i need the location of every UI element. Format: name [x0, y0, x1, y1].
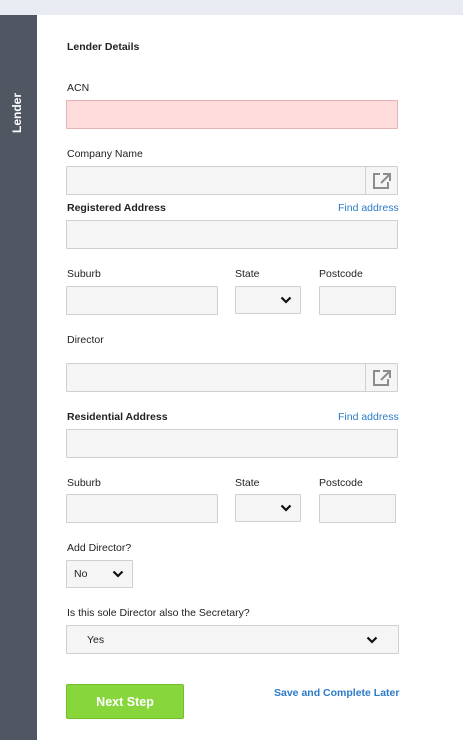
chevron-down-icon: [280, 296, 292, 304]
registered-suburb-input[interactable]: [66, 286, 218, 315]
registered-postcode-input[interactable]: [319, 286, 396, 315]
company-name-label: Company Name: [67, 148, 143, 160]
sidebar: Lender: [0, 15, 37, 740]
residential-suburb-input[interactable]: [66, 494, 218, 523]
registered-address-label: Registered Address: [67, 202, 166, 214]
residential-state-select[interactable]: [235, 494, 301, 522]
chevron-down-icon: [280, 504, 292, 512]
external-link-icon: [372, 369, 391, 386]
company-lookup-button[interactable]: [365, 167, 397, 194]
next-step-button[interactable]: Next Step: [66, 684, 184, 719]
director-label: Director: [67, 334, 104, 346]
form-panel: Lender Details ACN Company Name Register…: [37, 15, 463, 740]
registered-suburb-label: Suburb: [67, 268, 101, 280]
section-title: Lender Details: [67, 41, 140, 53]
director-input[interactable]: [66, 363, 398, 392]
registered-postcode-label: Postcode: [319, 268, 363, 280]
app-window: Lender Lender Details ACN Company Name R…: [0, 0, 463, 740]
registered-state-select[interactable]: [235, 286, 301, 314]
director-lookup-button[interactable]: [365, 364, 397, 391]
registered-address-input[interactable]: [66, 220, 398, 249]
add-director-select[interactable]: No: [66, 560, 133, 588]
residential-suburb-label: Suburb: [67, 477, 101, 489]
residential-postcode-input[interactable]: [319, 494, 396, 523]
acn-label: ACN: [67, 82, 90, 94]
add-director-label: Add Director?: [67, 542, 132, 554]
residential-state-label: State: [235, 477, 260, 489]
registered-state-label: State: [235, 268, 260, 280]
residential-find-address-link[interactable]: Find address: [338, 411, 399, 423]
company-name-input[interactable]: [66, 166, 398, 195]
registered-find-address-link[interactable]: Find address: [338, 202, 399, 214]
chevron-down-icon: [112, 570, 124, 578]
residential-postcode-label: Postcode: [319, 477, 363, 489]
residential-address-label: Residential Address: [67, 411, 168, 423]
chevron-down-icon: [366, 636, 378, 644]
residential-address-input[interactable]: [66, 429, 398, 458]
sole-director-secretary-label: Is this sole Director also the Secretary…: [67, 607, 250, 619]
save-complete-later-link[interactable]: Save and Complete Later: [274, 687, 399, 699]
sidebar-label: Lender: [10, 92, 24, 133]
sole-director-secretary-select[interactable]: Yes: [66, 625, 399, 654]
acn-input[interactable]: [66, 100, 398, 129]
external-link-icon: [372, 172, 391, 189]
top-strip: [0, 0, 463, 15]
